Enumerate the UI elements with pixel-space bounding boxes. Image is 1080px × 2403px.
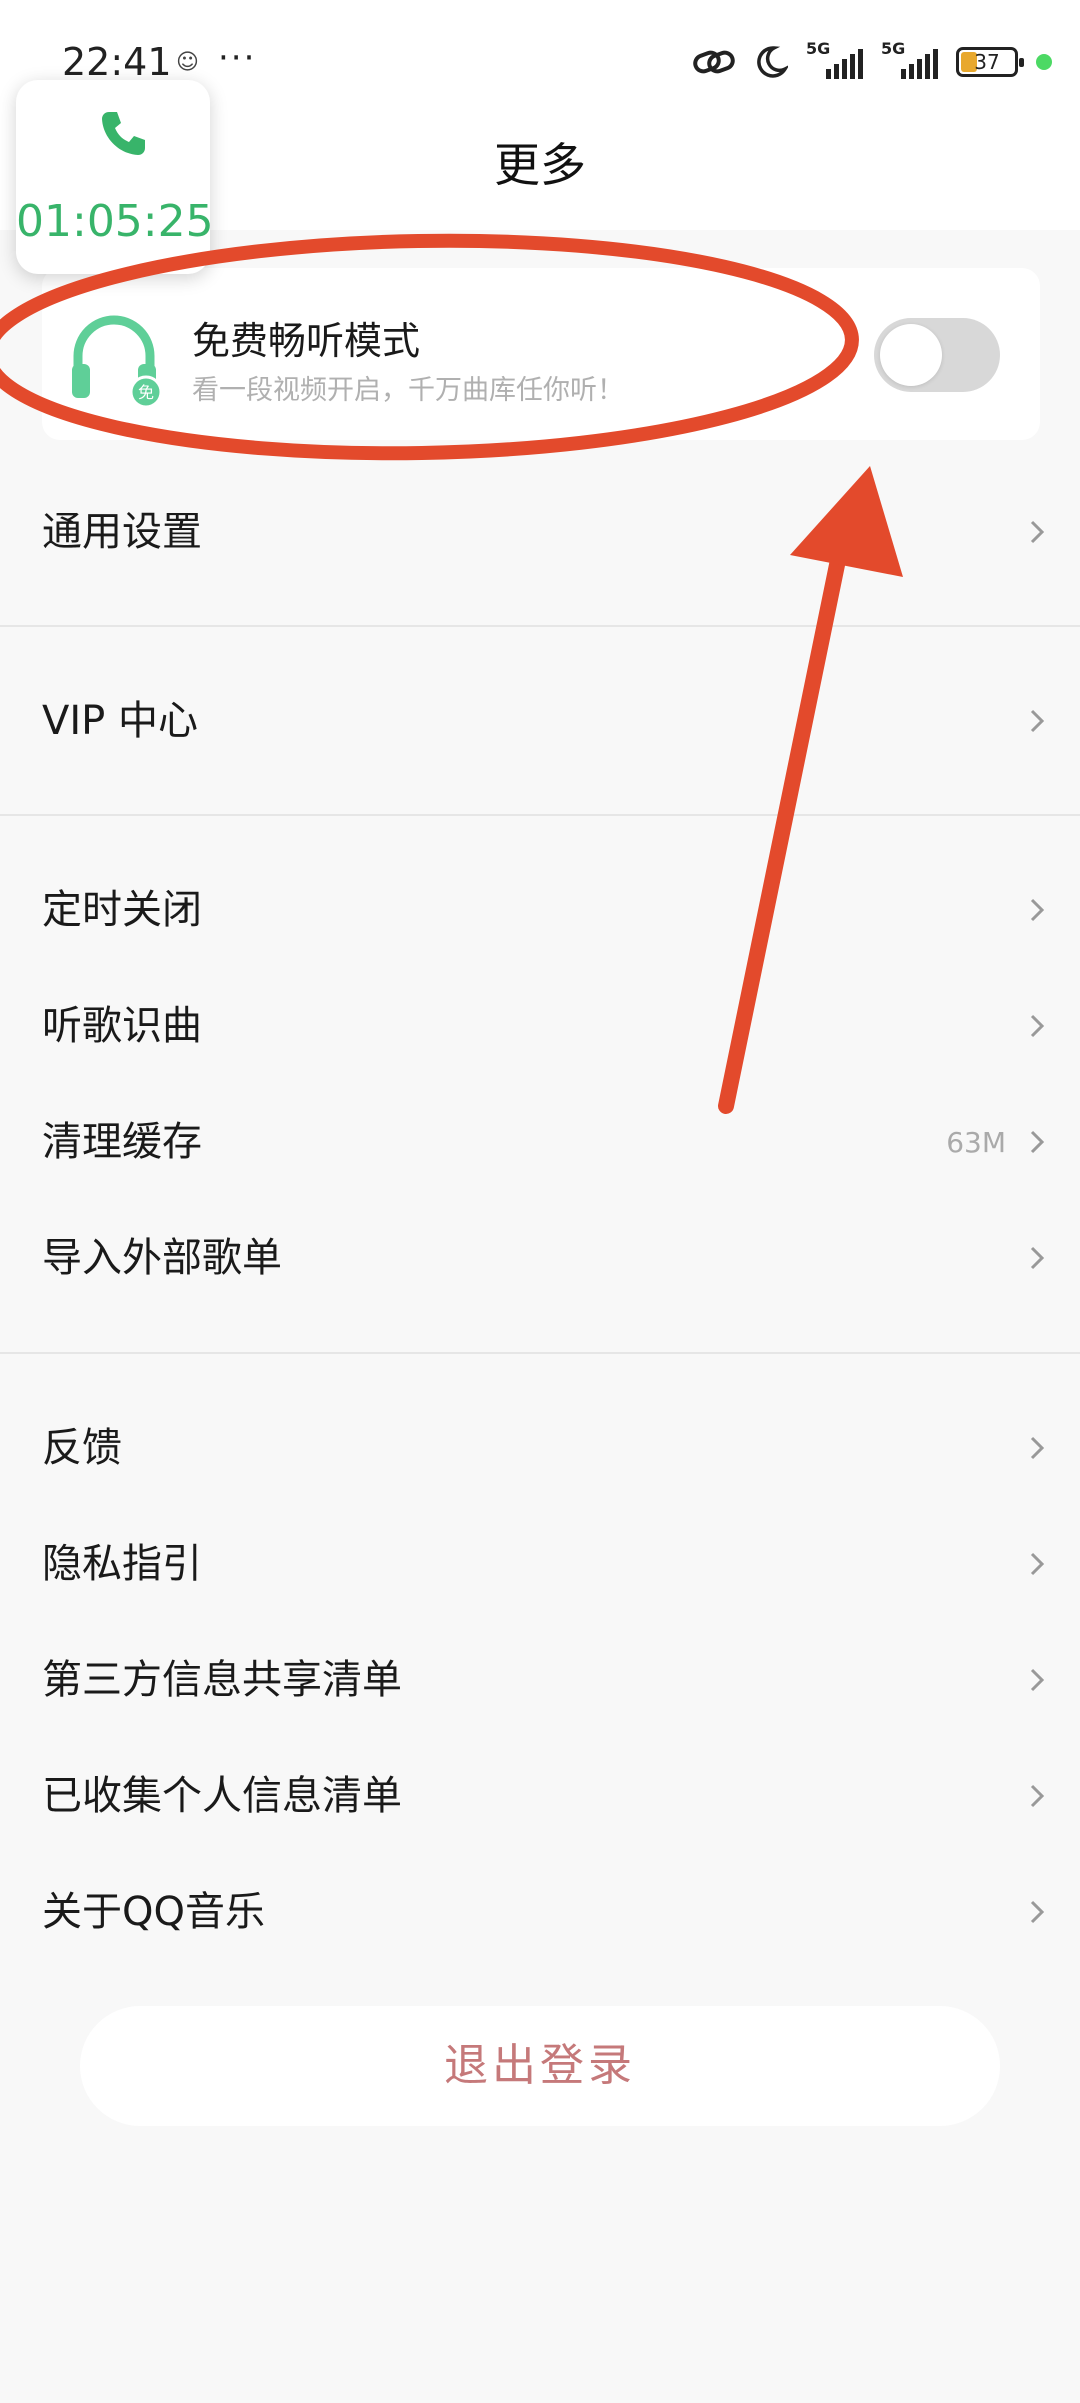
signal-icon: 5G bbox=[806, 39, 863, 79]
headphone-icon: 免 bbox=[72, 315, 162, 408]
menu-item-label: 通用设置 bbox=[42, 509, 202, 555]
menu-group-general: 通用设置 bbox=[0, 474, 1080, 590]
cache-size: 63M bbox=[946, 1125, 1006, 1159]
menu-item-label: 导入外部歌单 bbox=[42, 1235, 282, 1281]
chevron-right-icon bbox=[1030, 1246, 1045, 1270]
free-mode-subtitle: 看一段视频开启，千万曲库任你听！ bbox=[192, 375, 624, 406]
logout-button[interactable]: 退出登录 bbox=[80, 2006, 1000, 2126]
menu-item-clear-cache[interactable]: 清理缓存 63M bbox=[0, 1084, 1080, 1200]
toggle-knob bbox=[880, 324, 942, 386]
menu-item-label: 定时关闭 bbox=[42, 887, 202, 933]
link-icon bbox=[693, 50, 735, 74]
menu-item-label: 反馈 bbox=[42, 1425, 122, 1471]
privacy-indicator-dot bbox=[1036, 54, 1052, 70]
free-mode-title: 免费畅听模式 bbox=[192, 319, 421, 363]
menu-group-vip: VIP 中心 bbox=[0, 663, 1080, 779]
menu-item-label: VIP 中心 bbox=[42, 698, 198, 744]
menu-item-general-settings[interactable]: 通用设置 bbox=[0, 474, 1080, 590]
menu-item-label: 第三方信息共享清单 bbox=[42, 1657, 402, 1703]
chevron-right-icon bbox=[1030, 1014, 1045, 1038]
menu-item-label: 关于QQ音乐 bbox=[42, 1889, 265, 1935]
call-bubble[interactable]: 01:05:25 bbox=[16, 80, 214, 274]
chevron-right-icon bbox=[1030, 1130, 1045, 1154]
phone-icon bbox=[102, 112, 145, 155]
menu-item-feedback[interactable]: 反馈 bbox=[0, 1390, 1080, 1506]
notification-app-icon: ☺ bbox=[176, 50, 199, 75]
menu-group-tools: 定时关闭 听歌识曲 清理缓存 63M 导入外部歌单 bbox=[0, 852, 1080, 1316]
free-badge: 免 bbox=[138, 383, 154, 402]
menu-group-about: 反馈 隐私指引 第三方信息共享清单 已收集个人信息清单 关于QQ音乐 bbox=[0, 1390, 1080, 1970]
menu-item-song-recognition[interactable]: 听歌识曲 bbox=[0, 968, 1080, 1084]
call-timer: 01:05:25 bbox=[16, 196, 214, 247]
menu-item-import-playlist[interactable]: 导入外部歌单 bbox=[0, 1200, 1080, 1316]
more-notifications-icon: ··· bbox=[218, 38, 257, 78]
status-icons: 5G 5G 37 bbox=[692, 39, 1052, 82]
menu-item-privacy-guide[interactable]: 隐私指引 bbox=[0, 1506, 1080, 1622]
menu-item-about[interactable]: 关于QQ音乐 bbox=[0, 1854, 1080, 1970]
free-mode-toggle[interactable] bbox=[874, 318, 1000, 392]
battery-icon: 37 bbox=[956, 47, 1024, 77]
divider bbox=[0, 814, 1080, 816]
menu-item-label: 听歌识曲 bbox=[42, 1003, 202, 1049]
chevron-right-icon bbox=[1030, 898, 1045, 922]
divider bbox=[0, 1352, 1080, 1354]
menu-item-label: 隐私指引 bbox=[42, 1541, 202, 1587]
chevron-right-icon bbox=[1030, 1784, 1045, 1808]
chevron-right-icon bbox=[1030, 520, 1045, 544]
battery-level: 37 bbox=[974, 50, 1000, 74]
menu-item-third-party-list[interactable]: 第三方信息共享清单 bbox=[0, 1622, 1080, 1738]
divider bbox=[0, 625, 1080, 627]
menu-item-timer-off[interactable]: 定时关闭 bbox=[0, 852, 1080, 968]
status-time: 22:41 bbox=[62, 40, 172, 84]
chevron-right-icon bbox=[1030, 709, 1045, 733]
moon-icon bbox=[757, 46, 788, 78]
chevron-right-icon bbox=[1030, 1668, 1045, 1692]
free-listen-card: 免 免费畅听模式 看一段视频开启，千万曲库任你听！ bbox=[42, 268, 1040, 440]
chevron-right-icon bbox=[1030, 1552, 1045, 1576]
chevron-right-icon bbox=[1030, 1436, 1045, 1460]
chevron-right-icon bbox=[1030, 1900, 1045, 1924]
menu-item-vip-center[interactable]: VIP 中心 bbox=[0, 663, 1080, 779]
signal-icon-2: 5G bbox=[881, 39, 938, 79]
menu-item-label: 清理缓存 bbox=[42, 1119, 202, 1165]
menu-item-label: 已收集个人信息清单 bbox=[42, 1773, 402, 1819]
menu-item-collected-info-list[interactable]: 已收集个人信息清单 bbox=[0, 1738, 1080, 1854]
